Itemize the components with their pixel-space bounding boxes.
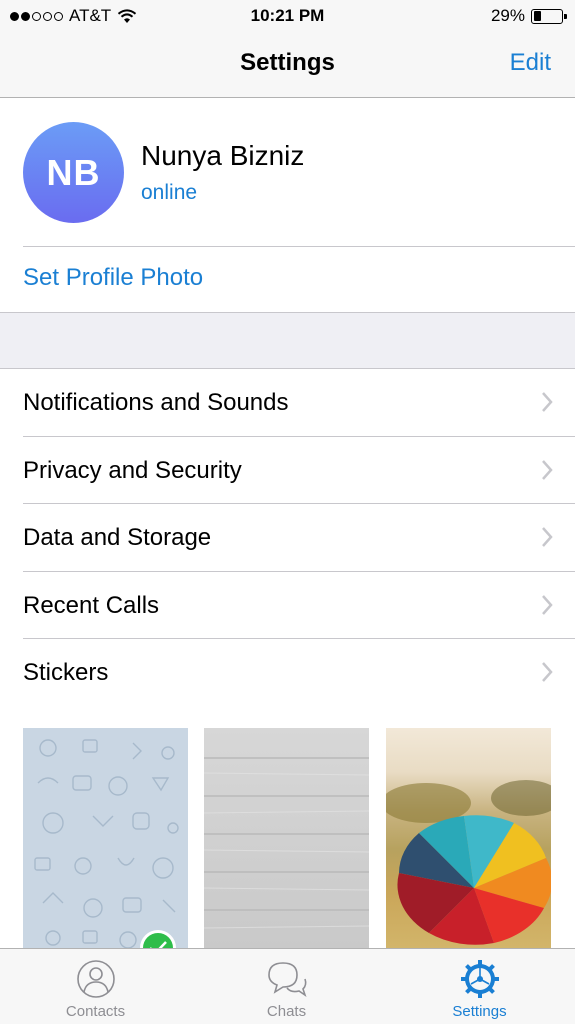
chevron-right-icon bbox=[542, 662, 553, 683]
menu-item-label: Notifications and Sounds bbox=[23, 389, 289, 416]
wallpaper-doodle-pattern[interactable] bbox=[23, 728, 188, 948]
tab-chats[interactable]: Chats bbox=[191, 949, 382, 1024]
menu-item-recent-calls[interactable]: Recent Calls bbox=[0, 572, 575, 640]
settings-menu: Notifications and Sounds Privacy and Sec… bbox=[0, 368, 575, 707]
doodle-pattern-image bbox=[34, 739, 179, 948]
profile-section: NB Nunya Bizniz online Set Profile Photo bbox=[0, 98, 575, 313]
chevron-right-icon bbox=[542, 392, 553, 412]
chat-wallpapers bbox=[0, 706, 575, 948]
menu-item-data-storage[interactable]: Data and Storage bbox=[0, 504, 575, 572]
gear-icon bbox=[460, 960, 499, 998]
person-icon bbox=[76, 960, 115, 998]
chevron-right-icon bbox=[542, 527, 553, 548]
menu-item-privacy[interactable]: Privacy and Security bbox=[0, 437, 575, 505]
page-title: Settings bbox=[240, 49, 335, 76]
set-profile-photo-button[interactable]: Set Profile Photo bbox=[23, 264, 203, 292]
status-bar: AT&T 10:21 PM 29% bbox=[0, 0, 575, 33]
menu-item-notifications[interactable]: Notifications and Sounds bbox=[0, 369, 575, 437]
divider bbox=[23, 246, 575, 247]
status-time: 10:21 PM bbox=[250, 6, 325, 25]
profile-name: Nunya Bizniz bbox=[141, 140, 305, 171]
umbrella-photo-image bbox=[386, 780, 551, 945]
chat-bubbles-icon bbox=[267, 962, 306, 997]
menu-item-stickers[interactable]: Stickers bbox=[0, 639, 575, 707]
tab-bar: Contacts Chats Settings bbox=[0, 948, 575, 1024]
edit-button[interactable]: Edit bbox=[510, 49, 551, 77]
chevron-right-icon bbox=[542, 459, 553, 480]
menu-item-label: Stickers bbox=[23, 659, 109, 687]
menu-item-label: Recent Calls bbox=[23, 591, 160, 619]
tab-settings[interactable]: Settings bbox=[384, 949, 575, 1024]
tab-label: Chats bbox=[266, 1003, 307, 1020]
wood-planks-image bbox=[204, 757, 369, 929]
menu-item-label: Privacy and Security bbox=[23, 456, 242, 484]
avatar[interactable]: NB bbox=[23, 122, 124, 223]
tab-label: Contacts bbox=[65, 1003, 126, 1020]
wallpaper-wood-planks[interactable] bbox=[204, 728, 369, 948]
profile-status: online bbox=[141, 181, 198, 204]
battery-percent: 29% bbox=[490, 6, 525, 25]
navigation-bar: Settings Edit bbox=[0, 33, 575, 98]
tab-label: Settings bbox=[452, 1003, 507, 1020]
wallpaper-umbrella-photo[interactable] bbox=[386, 728, 551, 948]
menu-item-label: Data and Storage bbox=[23, 524, 212, 552]
tab-contacts[interactable]: Contacts bbox=[0, 949, 191, 1024]
battery-icon bbox=[531, 8, 567, 24]
chevron-right-icon bbox=[542, 594, 553, 615]
